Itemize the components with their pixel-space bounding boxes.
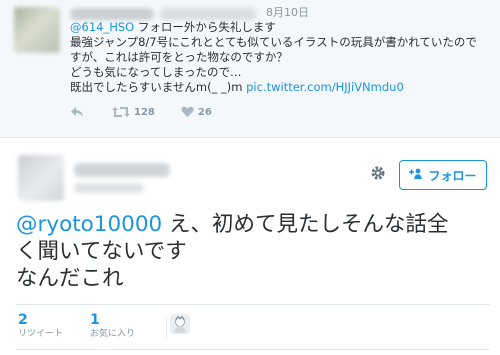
tweet-date[interactable]: 8月10日 — [266, 4, 309, 20]
like-button[interactable]: 26 — [181, 106, 212, 118]
mention-link[interactable]: @614_HSO — [70, 20, 134, 34]
main-tweet: フォロー @ryoto10000 え、初めて見たしそんな話全 く聞いてないです … — [0, 139, 500, 355]
tweet-line: 最強ジャンプ8/7号にこれととても似ているイラストの玩具が書かれていたので — [70, 35, 477, 49]
avatar[interactable] — [170, 314, 190, 334]
tweet-line: @ryoto10000 え、初めて見たしそんな話全 — [16, 211, 490, 238]
follow-button[interactable]: フォロー — [399, 160, 487, 190]
avatar[interactable] — [18, 155, 64, 201]
like-count: 26 — [197, 106, 212, 118]
retweet-label: リツイート — [18, 329, 64, 339]
retweet-icon — [112, 106, 130, 118]
avatar[interactable] — [14, 7, 60, 53]
tweet-text: @ryoto10000 え、初めて見たしそんな話全 く聞いてないです なんだこれ — [16, 211, 490, 292]
tweet-actions: 128 26 — [70, 104, 212, 120]
tweet-line-text: フォロー外から失礼します — [134, 20, 276, 34]
tweet-line: @614_HSO フォロー外から失礼します — [70, 20, 495, 35]
tweet-text: @614_HSO フォロー外から失礼します 最強ジャンプ8/7号にこれととても似… — [70, 20, 495, 95]
reply-icon[interactable] — [70, 106, 86, 118]
divider — [166, 316, 167, 340]
tweet-line: すが、これは許可をとった物なのですか？ — [70, 50, 288, 64]
like-label: お気に入り — [90, 329, 136, 339]
tweet-line: 既出でしたらすいませんm(_ _)m pic.twitter.com/HJJiV… — [70, 80, 495, 95]
blurred-user-name[interactable] — [74, 163, 170, 177]
follow-user-icon — [409, 168, 423, 182]
retweet-count: 128 — [134, 106, 155, 118]
blurred-user-handle — [74, 183, 144, 193]
mention-link[interactable]: @ryoto10000 — [16, 212, 162, 237]
tweet-line: なんだこれ — [16, 266, 124, 291]
divider — [16, 304, 490, 305]
like-count: 1 — [90, 312, 100, 328]
retweet-button[interactable]: 128 — [112, 106, 155, 118]
retweet-count: 2 — [18, 312, 28, 328]
gear-icon[interactable] — [370, 165, 386, 186]
tweet-line-text: 既出でしたらすいませんm(_ _)m — [70, 80, 247, 94]
likes-stat[interactable]: 1 お気に入り — [90, 312, 135, 340]
tweet-line: どうも気になってしまったので… — [70, 65, 242, 79]
pic-link[interactable]: pic.twitter.com/HJJiVNmdu0 — [246, 80, 404, 94]
heart-icon — [181, 106, 194, 118]
tweet-line-text: え、初めて見たしそんな話全 — [162, 212, 449, 237]
follow-label: フォロー — [428, 168, 477, 183]
previous-tweet[interactable]: 8月10日 @614_HSO フォロー外から失礼します 最強ジャンプ8/7号にこ… — [0, 0, 500, 138]
blurred-user-name[interactable] — [70, 8, 154, 20]
retweets-stat[interactable]: 2 リツイート — [18, 312, 63, 340]
blurred-user-handle — [160, 8, 256, 20]
divider — [16, 349, 490, 350]
tweet-line: く聞いてないです — [16, 239, 187, 264]
